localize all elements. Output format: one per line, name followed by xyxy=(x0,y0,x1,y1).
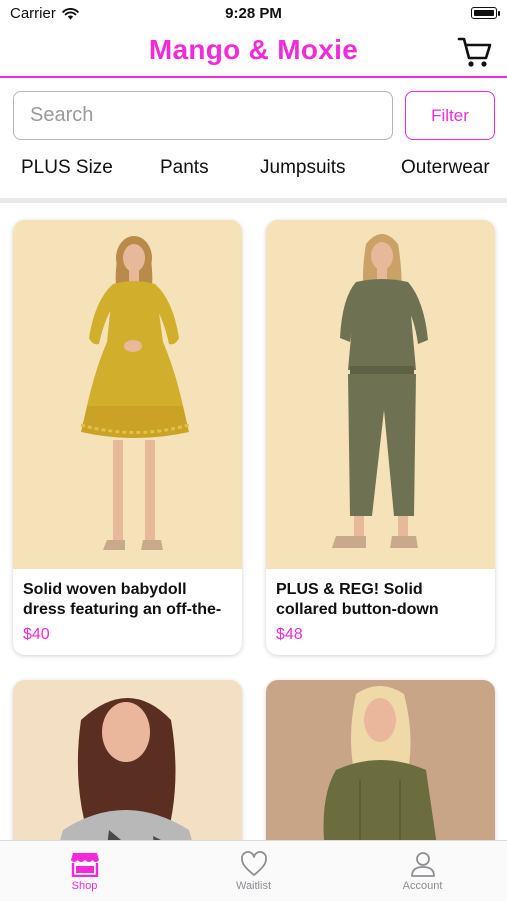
product-card[interactable]: PLUS & REG! Solid collared button-down $… xyxy=(266,220,495,655)
category-outerwear[interactable]: Outerwear xyxy=(401,157,490,179)
tab-account[interactable]: Account xyxy=(338,841,507,901)
product-title-line: Solid woven babydoll xyxy=(23,581,187,598)
status-bar: Carrier 9:28 PM xyxy=(0,0,507,28)
tab-label: Account xyxy=(402,880,443,892)
product-image[interactable] xyxy=(266,220,495,569)
product-photo xyxy=(266,220,495,569)
category-divider xyxy=(0,198,507,203)
tab-shop[interactable]: Shop xyxy=(0,841,169,901)
product-card[interactable]: Solid woven babydoll dress featuring an … xyxy=(13,220,242,655)
product-title: PLUS & REG! Solid collared button-down xyxy=(276,580,488,620)
search-input[interactable] xyxy=(13,91,393,140)
status-time: 9:28 PM xyxy=(225,5,282,22)
product-title-line: collared button-down xyxy=(276,601,439,618)
product-title: Solid woven babydoll dress featuring an … xyxy=(23,580,235,620)
category-bar: PLUS Size Pants Jumpsuits Outerwear xyxy=(0,150,507,188)
shop-icon xyxy=(70,853,99,877)
category-jumpsuits[interactable]: Jumpsuits xyxy=(260,157,346,179)
app-title: Mango & Moxie xyxy=(148,34,359,65)
battery-level xyxy=(474,10,494,16)
product-image[interactable] xyxy=(13,220,242,569)
category-pants[interactable]: Pants xyxy=(160,157,209,179)
tab-bar: Shop Waitlist Account xyxy=(0,840,507,901)
filter-button[interactable]: Filter xyxy=(405,91,495,140)
category-plus-size[interactable]: PLUS Size xyxy=(21,157,113,179)
product-price: $48 xyxy=(276,626,303,643)
product-photo xyxy=(13,220,242,569)
tab-label: Waitlist xyxy=(235,880,272,892)
product-title-line: dress featuring an off-the- xyxy=(23,601,222,618)
tab-label: Shop xyxy=(71,880,98,892)
filter-label: Filter xyxy=(431,105,469,125)
tab-waitlist[interactable]: Waitlist xyxy=(169,841,338,901)
account-icon xyxy=(410,852,435,877)
heart-icon xyxy=(240,851,267,876)
app-header: Mango & Moxie xyxy=(0,28,507,78)
product-title-line: PLUS & REG! Solid xyxy=(276,581,423,598)
cart-icon[interactable] xyxy=(457,34,493,70)
product-price: $40 xyxy=(23,626,50,643)
battery-icon xyxy=(471,7,500,19)
